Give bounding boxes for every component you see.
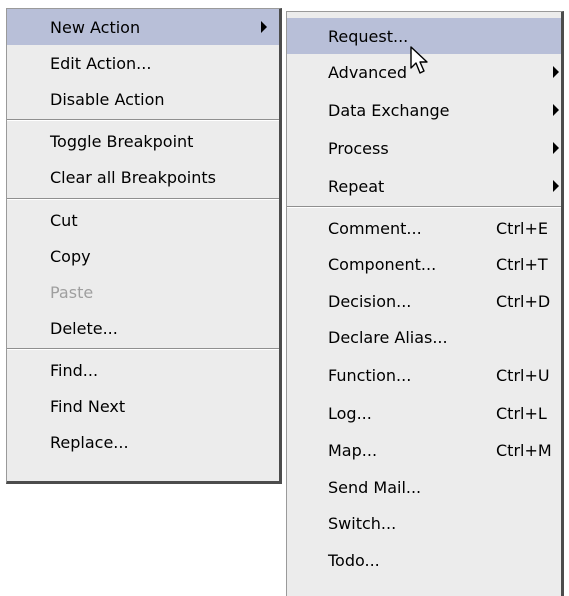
menu-item-label: Map...	[328, 440, 378, 460]
submenu-item-switch[interactable]: Switch...	[287, 505, 561, 541]
menu-item-label: Log...	[328, 403, 372, 423]
menu-separator	[287, 206, 561, 208]
menu-item-label: Disable Action	[50, 89, 165, 109]
menu-item-label: Advanced	[328, 62, 408, 82]
submenu-item-decision[interactable]: Decision... Ctrl+D	[287, 283, 561, 319]
menu-item-label: Paste	[50, 282, 94, 302]
mouse-pointer-icon	[410, 46, 428, 74]
menu-item-find-next[interactable]: Find Next	[7, 388, 279, 424]
menu-item-label: Clear all Breakpoints	[50, 167, 216, 187]
menu-item-replace[interactable]: Replace...	[7, 424, 279, 460]
arrow-right-icon	[553, 180, 559, 192]
menu-item-label: Data Exchange	[328, 100, 450, 120]
menu-item-label: Send Mail...	[328, 477, 422, 497]
menu-item-find[interactable]: Find...	[7, 352, 279, 388]
menu-item-shortcut: Ctrl+L	[496, 403, 547, 423]
menu-item-label: Find Next	[50, 396, 126, 416]
menu-item-paste: Paste	[7, 274, 279, 310]
menu-item-shortcut: Ctrl+E	[496, 218, 548, 238]
context-menu: New Action Edit Action... Disable Action…	[6, 8, 282, 484]
menu-item-shortcut: Ctrl+T	[496, 254, 548, 274]
arrow-right-icon	[553, 66, 559, 78]
menu-separator	[7, 348, 279, 350]
menu-item-delete[interactable]: Delete...	[7, 310, 279, 346]
arrow-right-icon	[553, 142, 559, 154]
arrow-right-icon	[261, 21, 267, 33]
menu-item-label: Delete...	[50, 318, 118, 338]
menu-item-label: Replace...	[50, 432, 129, 452]
arrow-right-icon	[553, 104, 559, 116]
menu-item-label: Switch...	[328, 513, 397, 533]
submenu-item-comment[interactable]: Comment... Ctrl+E	[287, 210, 561, 246]
menu-item-label: Toggle Breakpoint	[50, 131, 194, 151]
menu-item-shortcut: Ctrl+U	[496, 365, 550, 385]
menu-separator	[7, 119, 279, 121]
menu-item-label: Copy	[50, 246, 91, 266]
submenu-item-repeat[interactable]: Repeat	[287, 168, 561, 204]
menu-item-toggle-breakpoint[interactable]: Toggle Breakpoint	[7, 123, 279, 159]
menu-item-label: Declare Alias...	[328, 327, 448, 347]
submenu-item-process[interactable]: Process	[287, 130, 561, 166]
menu-item-label: Edit Action...	[50, 53, 152, 73]
submenu-item-component[interactable]: Component... Ctrl+T	[287, 246, 561, 282]
submenu-item-send-mail[interactable]: Send Mail...	[287, 469, 561, 505]
submenu-item-data-exchange[interactable]: Data Exchange	[287, 92, 561, 128]
submenu-item-declare-alias[interactable]: Declare Alias...	[287, 319, 561, 355]
menu-item-new-action[interactable]: New Action	[7, 9, 279, 45]
menu-item-copy[interactable]: Copy	[7, 238, 279, 274]
menu-item-label: Cut	[50, 210, 78, 230]
menu-item-label: Component...	[328, 254, 437, 274]
submenu-item-log[interactable]: Log... Ctrl+L	[287, 395, 561, 431]
menu-item-label: Request...	[328, 26, 409, 46]
menu-item-edit-action[interactable]: Edit Action...	[7, 45, 279, 81]
menu-item-shortcut: Ctrl+D	[496, 291, 551, 311]
submenu-item-todo[interactable]: Todo...	[287, 542, 561, 578]
menu-item-label: Repeat	[328, 176, 385, 196]
menu-item-clear-all-breakpoints[interactable]: Clear all Breakpoints	[7, 159, 279, 195]
menu-item-label: New Action	[50, 17, 141, 37]
new-action-submenu: Request... Advanced Data Exchange Proces…	[286, 11, 564, 596]
screen: New Action Edit Action... Disable Action…	[0, 0, 569, 596]
menu-item-label: Find...	[50, 360, 99, 380]
menu-item-shortcut: Ctrl+M	[496, 440, 552, 460]
menu-item-disable-action[interactable]: Disable Action	[7, 81, 279, 117]
menu-item-label: Comment...	[328, 218, 422, 238]
menu-item-label: Decision...	[328, 291, 412, 311]
menu-item-label: Process	[328, 138, 389, 158]
menu-item-label: Function...	[328, 365, 412, 385]
menu-item-label: Todo...	[328, 550, 380, 570]
menu-separator	[7, 198, 279, 200]
submenu-item-function[interactable]: Function... Ctrl+U	[287, 357, 561, 393]
menu-item-cut[interactable]: Cut	[7, 202, 279, 238]
submenu-item-map[interactable]: Map... Ctrl+M	[287, 432, 561, 468]
